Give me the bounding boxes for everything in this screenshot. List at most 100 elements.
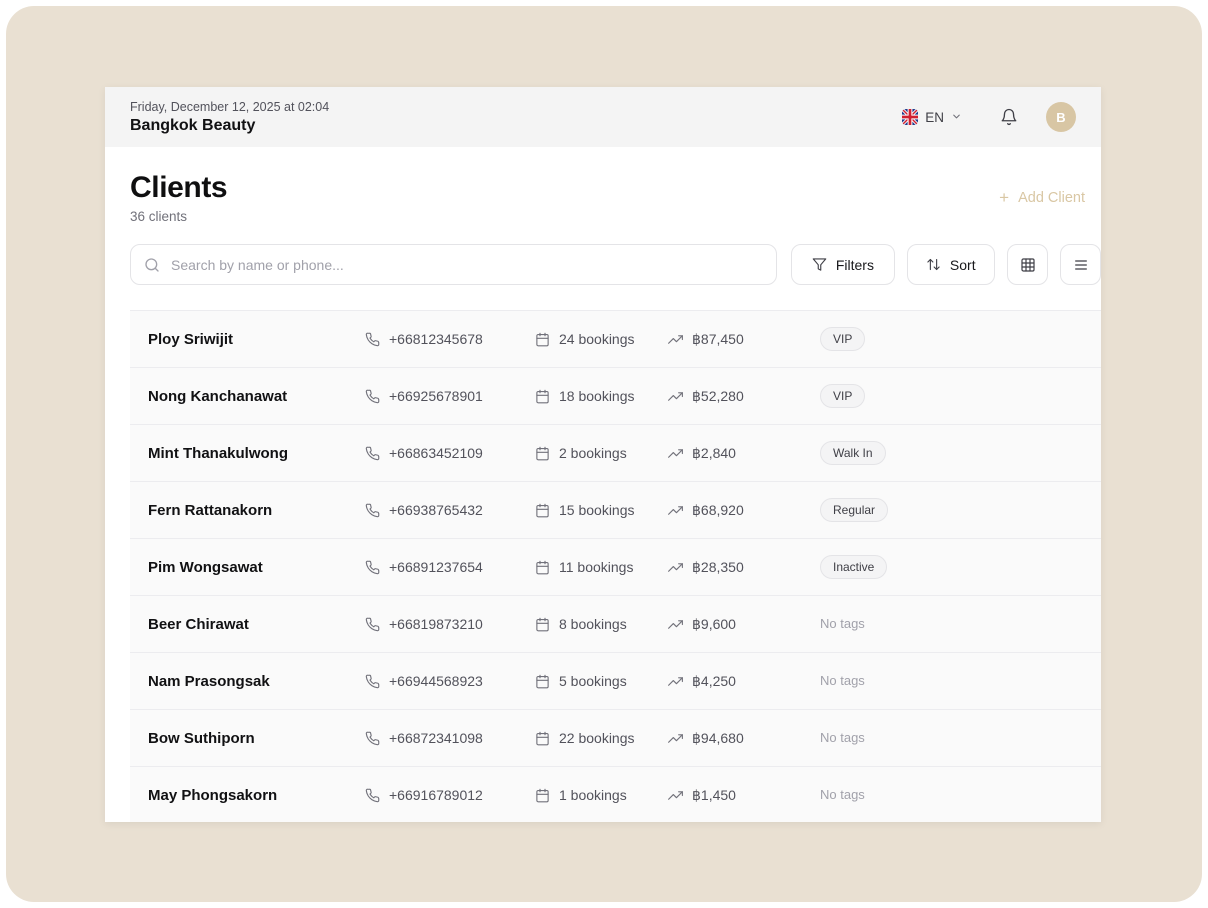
sort-button[interactable]: Sort [907,244,995,285]
calendar-icon [535,731,550,746]
calendar-icon [535,446,550,461]
client-revenue: ฿4,250 [668,673,820,690]
client-tags: Regular [820,498,1101,522]
search-icon [144,257,160,273]
client-phone: +66938765432 [365,502,535,518]
client-tags: VIP [820,384,1101,408]
top-bar-right: EN B [902,102,1076,132]
top-bar-left: Friday, December 12, 2025 at 02:04 Bangk… [130,100,329,135]
calendar-icon [535,503,550,518]
client-phone: +66819873210 [365,616,535,632]
client-phone: +66863452109 [365,445,535,461]
client-revenue: ฿52,280 [668,388,820,405]
tag-badge: VIP [820,384,865,408]
trending-up-icon [668,617,683,632]
client-phone: +66916789012 [365,787,535,803]
table-row[interactable]: Beer Chirawat+668198732108 bookings฿9,60… [130,596,1101,653]
table-row[interactable]: Mint Thanakulwong+668634521092 bookings฿… [130,425,1101,482]
client-tags: No tags [820,786,1101,804]
chevron-down-icon [951,110,962,125]
uk-flag-icon [902,109,918,125]
table-row[interactable]: Ploy Sriwijit+6681234567824 bookings฿87,… [130,311,1101,368]
tag-badge: VIP [820,327,865,351]
phone-icon [365,560,380,575]
client-tags: Walk In [820,441,1101,465]
client-bookings: 8 bookings [535,616,668,632]
client-count: 36 clients [130,209,227,224]
table-row[interactable]: Bow Suthiporn+6687234109822 bookings฿94,… [130,710,1101,767]
client-phone: +66812345678 [365,331,535,347]
client-bookings: 1 bookings [535,787,668,803]
client-bookings: 22 bookings [535,730,668,746]
client-phone: +66891237654 [365,559,535,575]
table-row[interactable]: Nam Prasongsak+669445689235 bookings฿4,2… [130,653,1101,710]
top-bar: Friday, December 12, 2025 at 02:04 Bangk… [105,87,1101,147]
client-phone: +66944568923 [365,673,535,689]
add-client-button[interactable]: + Add Client [999,189,1085,206]
client-name: Pim Wongsawat [148,559,365,576]
phone-icon [365,503,380,518]
client-revenue: ฿9,600 [668,616,820,633]
funnel-icon [812,257,827,272]
current-datetime: Friday, December 12, 2025 at 02:04 [130,100,329,114]
phone-icon [365,788,380,803]
client-tags: No tags [820,615,1101,633]
client-phone: +66925678901 [365,388,535,404]
client-name: Fern Rattanakorn [148,502,365,519]
client-revenue: ฿1,450 [668,787,820,804]
page-title: Clients [130,171,227,205]
grid-view-button[interactable] [1007,244,1048,285]
tag-badge: Regular [820,498,888,522]
plus-icon: + [999,189,1009,206]
search-input[interactable] [169,256,763,274]
client-name: Beer Chirawat [148,616,365,633]
page-background: Friday, December 12, 2025 at 02:04 Bangk… [6,6,1202,902]
notifications-button[interactable] [1000,108,1018,126]
phone-icon [365,674,380,689]
grid-icon [1020,257,1036,273]
calendar-icon [535,332,550,347]
filters-button[interactable]: Filters [791,244,894,285]
client-bookings: 2 bookings [535,445,668,461]
trending-up-icon [668,389,683,404]
trending-up-icon [668,788,683,803]
table-row[interactable]: May Phongsakorn+669167890121 bookings฿1,… [130,767,1101,822]
table-row[interactable]: Fern Rattanakorn+6693876543215 bookings฿… [130,482,1101,539]
client-name: Nam Prasongsak [148,673,365,690]
trending-up-icon [668,560,683,575]
client-bookings: 15 bookings [535,502,668,518]
calendar-icon [535,617,550,632]
app-window: Friday, December 12, 2025 at 02:04 Bangk… [105,87,1101,822]
phone-icon [365,389,380,404]
trending-up-icon [668,503,683,518]
trending-up-icon [668,674,683,689]
page-header: Clients 36 clients + Add Client [130,171,1101,224]
client-tags: Inactive [820,555,1101,579]
client-revenue: ฿2,840 [668,445,820,462]
search-box[interactable] [130,244,777,285]
sort-label: Sort [950,257,976,273]
trending-up-icon [668,731,683,746]
calendar-icon [535,674,550,689]
tag-badge: Inactive [820,555,887,579]
app-name: Bangkok Beauty [130,117,329,135]
trending-up-icon [668,332,683,347]
client-name: Bow Suthiporn [148,730,365,747]
phone-icon [365,617,380,632]
phone-icon [365,446,380,461]
no-tags-label: No tags [820,730,865,745]
client-name: May Phongsakorn [148,787,365,804]
client-tags: VIP [820,327,1101,351]
main-content: Clients 36 clients + Add Client [105,147,1101,822]
client-list: Ploy Sriwijit+6681234567824 bookings฿87,… [130,310,1101,822]
calendar-icon [535,788,550,803]
client-phone: +66872341098 [365,730,535,746]
client-name: Mint Thanakulwong [148,445,365,462]
avatar[interactable]: B [1046,102,1076,132]
table-row[interactable]: Nong Kanchanawat+6692567890118 bookings฿… [130,368,1101,425]
language-selector[interactable]: EN [902,109,962,125]
no-tags-label: No tags [820,787,865,802]
table-row[interactable]: Pim Wongsawat+6689123765411 bookings฿28,… [130,539,1101,596]
toolbar: Filters Sort [130,244,1101,285]
list-view-button[interactable] [1060,244,1101,285]
